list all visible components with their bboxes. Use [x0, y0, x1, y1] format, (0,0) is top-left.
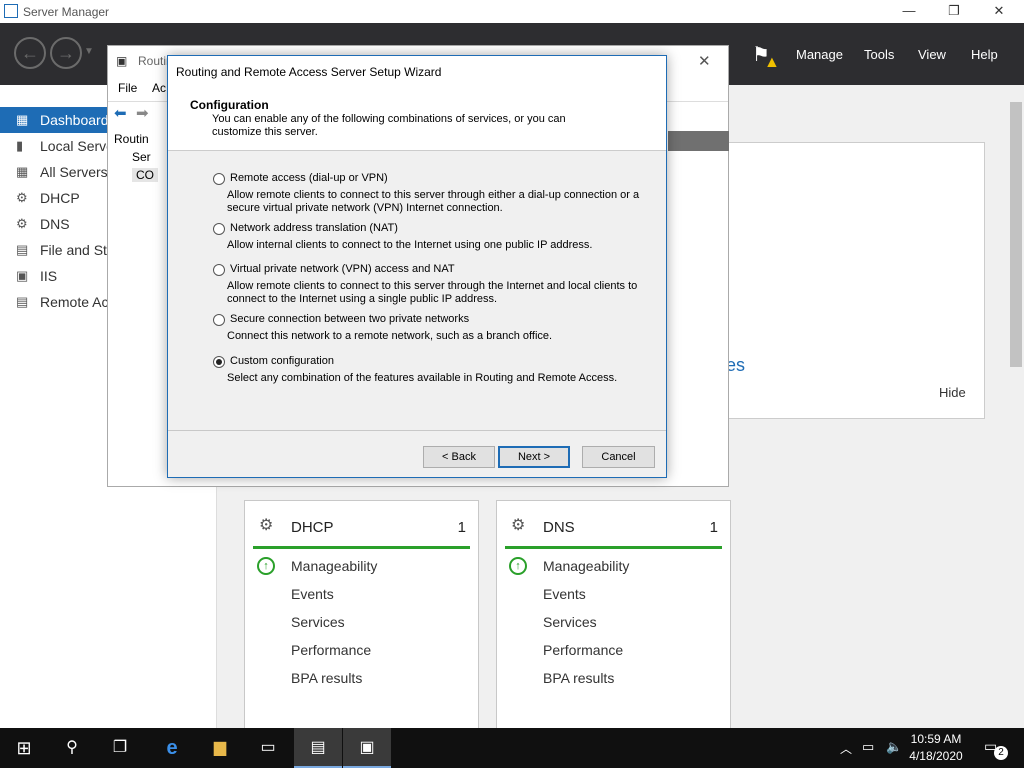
status-bar — [505, 546, 722, 549]
clock-date[interactable]: 4/18/2020 — [906, 749, 966, 763]
up-arrow-icon: ↑ — [257, 557, 275, 575]
dns-icon: ⚙ — [511, 517, 526, 534]
wizard-titlebar: Routing and Remote Access Server Setup W… — [168, 56, 666, 86]
iis-icon: ▣ — [16, 268, 29, 283]
tile-row-performance[interactable]: Performance — [291, 642, 371, 658]
tile-row-bpa[interactable]: BPA results — [291, 670, 362, 686]
tile-count: 1 — [709, 519, 718, 536]
taskbar: ⊞ ⚲ ❐ e ▆ ▭ ▤ ▣ ︿ ▭ 🔈 10:59 AM 4/18/2020… — [0, 728, 1024, 768]
tile-row-services[interactable]: Services — [291, 614, 345, 630]
server-icon: ▮ — [16, 138, 24, 153]
tile-row-events[interactable]: Events — [543, 586, 586, 602]
rras-app-icon: ▣ — [116, 54, 128, 68]
rras-menu-file[interactable]: File — [118, 81, 137, 95]
tile-row-performance[interactable]: Performance — [543, 642, 623, 658]
welcome-panel: click es Hide — [666, 142, 985, 419]
wizard-subheading: You can enable any of the following comb… — [212, 113, 566, 138]
menu-manage[interactable]: Manage — [796, 47, 843, 62]
dns-icon: ⚙ — [16, 216, 28, 231]
tile-row-bpa[interactable]: BPA results — [543, 670, 614, 686]
dhcp-icon: ⚙ — [16, 190, 28, 205]
wizard-heading: Configuration — [190, 98, 269, 112]
notification-count-badge: 2 — [994, 746, 1008, 760]
rras-close-button[interactable]: ✕ — [698, 52, 711, 70]
radio-nat[interactable] — [213, 223, 225, 235]
nav-item-file-storage[interactable]: ▤File and Storage Services — [0, 237, 200, 263]
notifications-flag-icon[interactable]: ⚑ ▲ — [752, 42, 782, 76]
menu-tools[interactable]: Tools — [864, 47, 894, 62]
file-explorer-icon[interactable]: ▆ — [196, 728, 244, 768]
setup-wizard-dialog: Routing and Remote Access Server Setup W… — [167, 55, 667, 478]
left-navigation: ▦ Dashboard ▮ Local Server ▦ All Servers ⚙ D… — [0, 85, 200, 730]
window-title: Server Manager — [23, 5, 110, 19]
menu-help[interactable]: Help — [971, 47, 998, 62]
task-view-icon[interactable]: ❐ — [96, 728, 144, 768]
nav-item-all-servers[interactable]: ▦ All Servers — [0, 159, 110, 185]
search-icon[interactable]: ⚲ — [48, 728, 96, 768]
cancel-button[interactable]: Cancel — [582, 446, 655, 468]
nav-item-dns[interactable]: ⚙ DNS — [0, 211, 110, 237]
wizard-title: Routing and Remote Access Server Setup W… — [176, 65, 442, 79]
volume-muted-icon[interactable]: 🔈 — [886, 739, 902, 755]
internet-explorer-icon[interactable]: e — [148, 728, 196, 768]
server-manager-titlebar: Server Manager — ❐ ✕ — [0, 0, 1024, 23]
maximize-button[interactable]: ❐ — [931, 0, 977, 23]
radio-secure-connection[interactable] — [213, 314, 225, 326]
server-manager-app-icon — [4, 4, 18, 18]
tile-row-manageability[interactable]: Manageability — [291, 558, 377, 574]
wizard-header: Configuration You can enable any of the … — [168, 86, 666, 151]
rras-header-bar — [668, 131, 729, 151]
up-arrow-icon: ↑ — [509, 557, 527, 575]
rras-back-icon[interactable]: ⬅ — [114, 104, 127, 122]
rras-taskbar-icon[interactable]: ▣ — [343, 728, 391, 768]
close-button[interactable]: ✕ — [976, 0, 1022, 23]
radio-custom-configuration[interactable] — [213, 356, 225, 368]
rras-forward-icon[interactable]: ➡ — [136, 104, 149, 122]
radio-vpn-nat[interactable] — [213, 264, 225, 276]
rras-menu-action[interactable]: Ac — [152, 81, 166, 95]
show-hidden-icons-chevron[interactable]: ︿ — [840, 740, 852, 757]
next-button[interactable]: Next > — [498, 446, 570, 468]
tile-count: 1 — [457, 519, 466, 536]
dhcp-icon: ⚙ — [259, 517, 274, 534]
menu-view[interactable]: View — [918, 47, 946, 62]
radio-remote-access[interactable] — [213, 173, 225, 185]
nav-item-local-server[interactable]: ▮ Local Server — [0, 133, 119, 159]
tile-row-events[interactable]: Events — [291, 586, 334, 602]
scrollbar-thumb[interactable] — [1010, 102, 1022, 367]
nav-item-remote-access[interactable]: ▤ Remote Access — [0, 289, 137, 315]
server-manager-taskbar-icon[interactable]: ▤ — [294, 728, 342, 768]
minimize-button[interactable]: — — [886, 0, 932, 23]
nav-item-iis[interactable]: ▣ IIS — [0, 263, 110, 289]
nav-item-dhcp[interactable]: ⚙ DHCP — [0, 185, 110, 211]
network-icon[interactable]: ▭ — [862, 739, 874, 755]
rras-tree-server-status[interactable]: Ser — [132, 150, 151, 164]
remote-access-icon: ▤ — [16, 294, 29, 309]
back-button[interactable]: < Back — [423, 446, 495, 468]
status-bar — [253, 546, 470, 549]
clock-time[interactable]: 10:59 AM — [906, 732, 966, 746]
tile-row-services[interactable]: Services — [543, 614, 597, 630]
nav-item-dashboard[interactable]: ▦ Dashboard — [0, 107, 110, 133]
hide-link[interactable]: Hide — [939, 385, 966, 400]
command-prompt-icon[interactable]: ▭ — [244, 728, 292, 768]
forward-arrow-icon[interactable]: → — [50, 37, 82, 69]
rras-tree-computer[interactable]: CO — [132, 168, 158, 182]
tile-dns[interactable]: ⚙ DNS 1 ↑ Manageability Events Services … — [496, 500, 731, 730]
tile-title: DHCP — [291, 519, 334, 536]
tile-title: DNS — [543, 519, 575, 536]
wizard-separator — [168, 430, 666, 431]
tile-dhcp[interactable]: ⚙ DHCP 1 ↑ Manageability Events Services… — [244, 500, 479, 730]
rras-tree-root[interactable]: Routin — [114, 132, 149, 146]
servers-icon: ▦ — [16, 164, 29, 179]
back-arrow-icon[interactable]: ← — [14, 37, 46, 69]
history-dropdown-icon[interactable]: ▼ — [84, 46, 94, 57]
file-storage-icon: ▤ — [16, 242, 29, 257]
tile-row-manageability[interactable]: Manageability — [543, 558, 629, 574]
dashboard-icon: ▦ — [16, 112, 29, 127]
start-windows-icon[interactable]: ⊞ — [0, 728, 48, 768]
